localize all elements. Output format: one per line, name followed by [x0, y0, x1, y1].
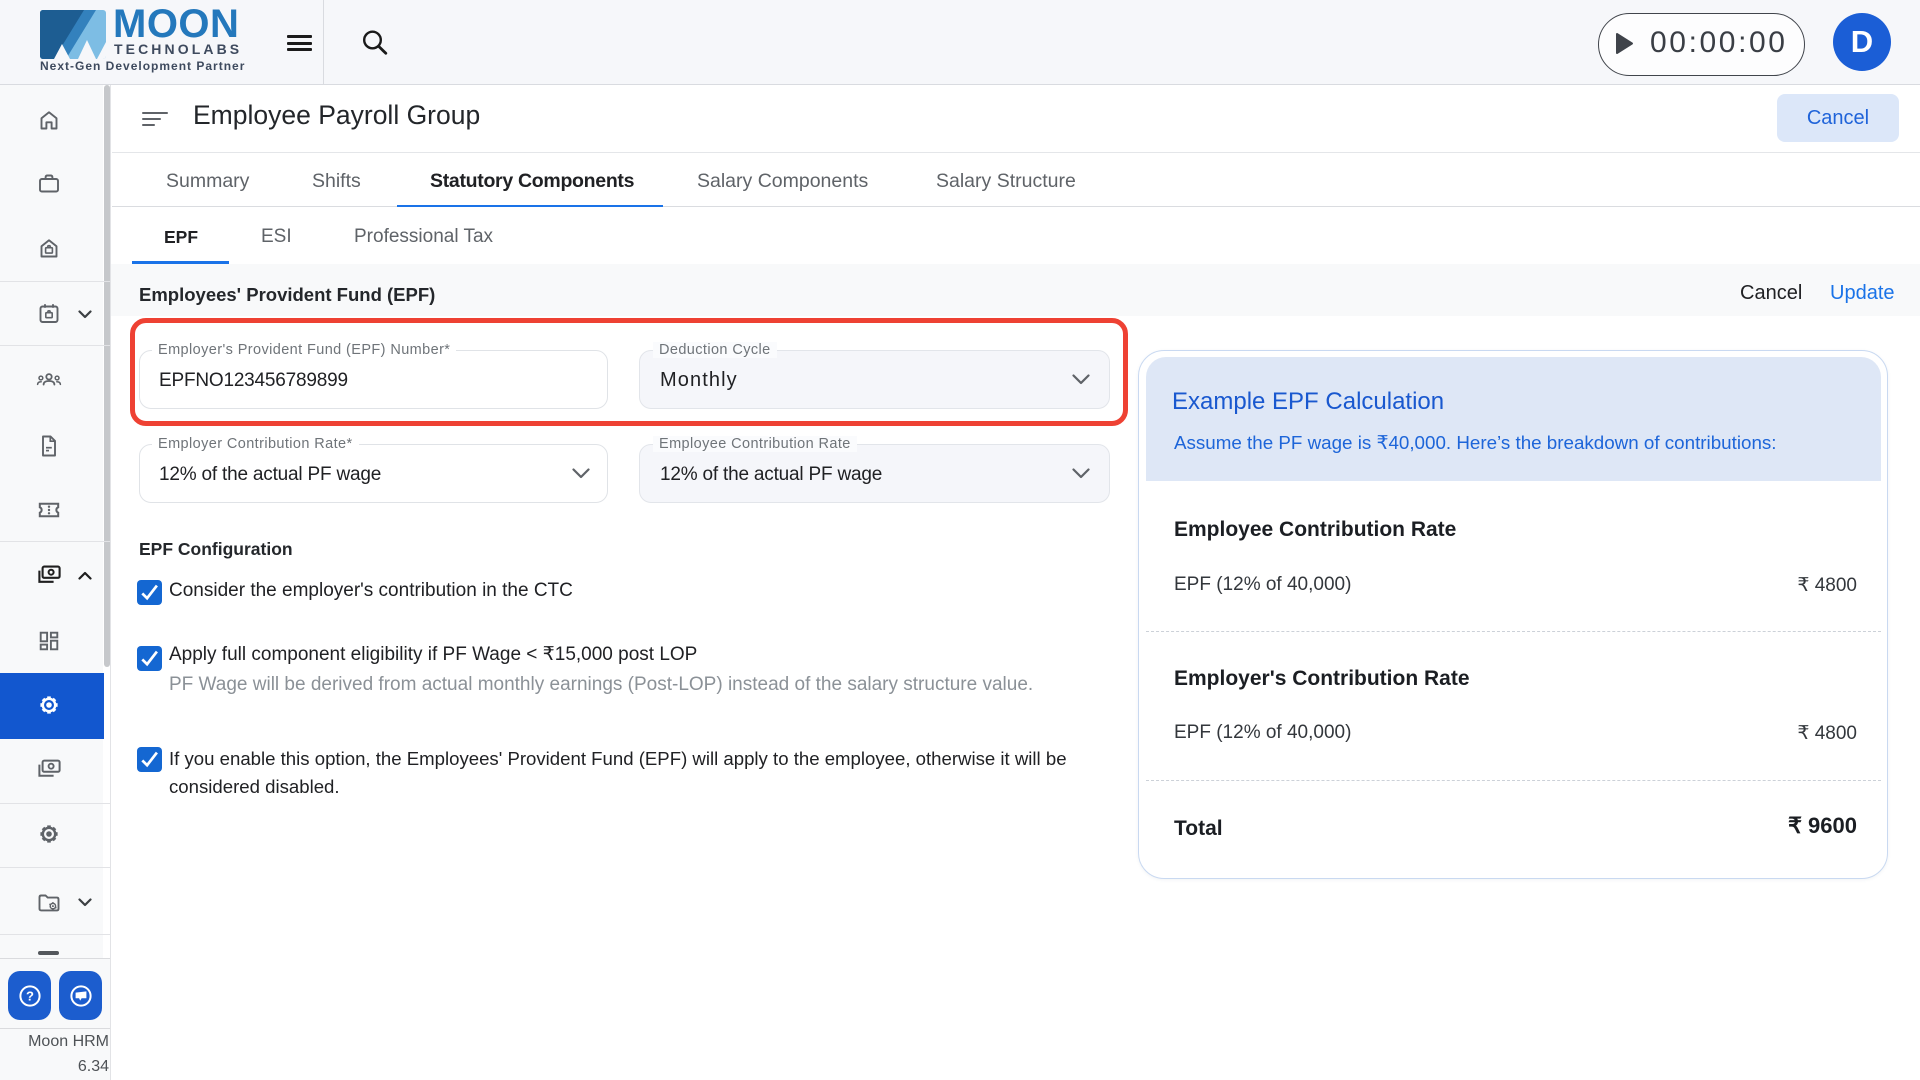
svg-text:?: ? [26, 989, 34, 1004]
